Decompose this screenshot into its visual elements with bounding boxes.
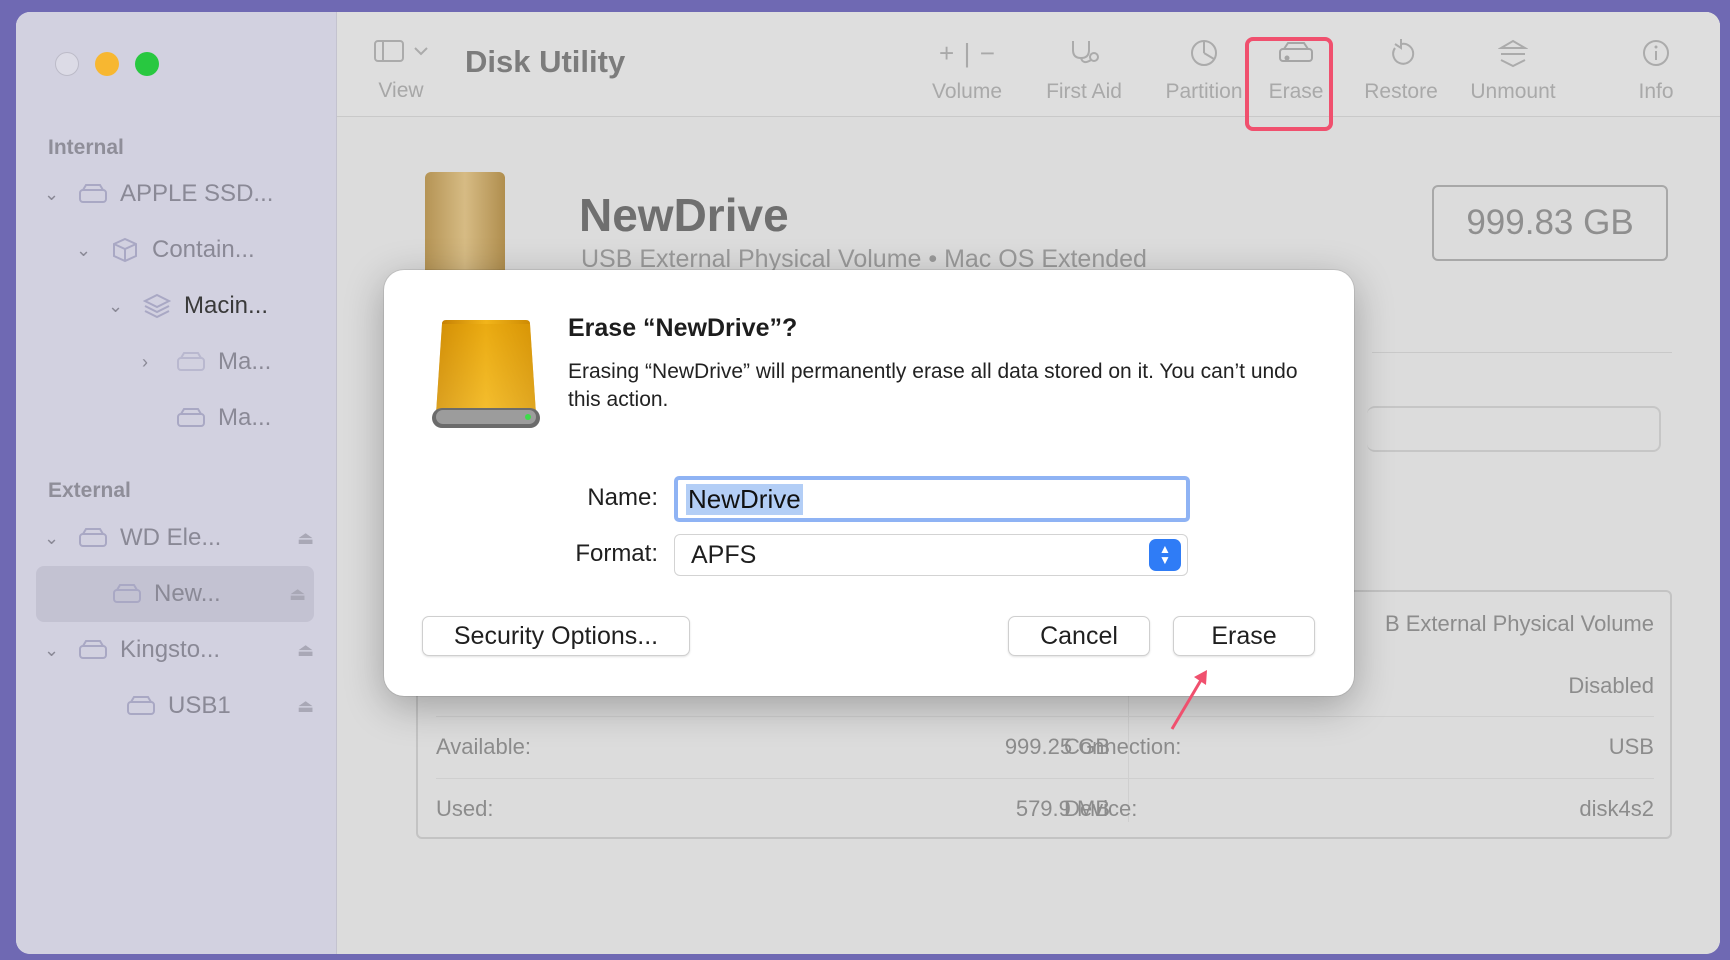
select-stepper-icon: ▲ ▼ (1149, 539, 1181, 571)
chevron-right-icon[interactable]: › (142, 352, 160, 373)
unmount-icon (1457, 36, 1569, 70)
format-select-value: APFS (691, 540, 757, 569)
volume-capacity: 999.83 GB (1432, 185, 1668, 261)
sidebar-toggle-icon (371, 40, 431, 66)
eject-icon[interactable]: ⏏ (297, 640, 314, 661)
first-aid-button[interactable]: First Aid (1029, 36, 1139, 104)
chevron-down-icon[interactable]: ⌄ (44, 528, 62, 549)
view-label: View (378, 79, 424, 102)
disk-icon (174, 351, 208, 373)
first-aid-label: First Aid (1046, 80, 1122, 103)
volume-stack-icon (140, 293, 174, 319)
name-label: Name: (587, 484, 658, 511)
external-disk-icon (76, 527, 110, 549)
info-label: Device: (1064, 795, 1138, 821)
internal-disk-icon (76, 183, 110, 205)
sidebar-item-ma-1[interactable]: › Ma... (142, 340, 271, 384)
sidebar-item-ma-2[interactable]: Ma... (160, 396, 271, 440)
info-label: Available: (436, 733, 531, 759)
window-controls (55, 52, 159, 76)
sidebar: Internal ⌄ APPLE SSD... ⌄ Contain... ⌄ M… (16, 12, 337, 954)
restore-icon (1351, 36, 1451, 70)
close-window-button[interactable] (55, 52, 79, 76)
external-disk-icon (76, 639, 110, 661)
sidebar-item-label: WD Ele... (120, 524, 222, 551)
info-value: B External Physical Volume (1384, 611, 1654, 636)
external-drive-icon (428, 318, 544, 436)
divider (1372, 352, 1672, 353)
restore-label: Restore (1364, 80, 1438, 103)
view-button[interactable]: View (361, 38, 441, 103)
info-icon (1621, 36, 1691, 70)
info-value: USB (1608, 733, 1654, 759)
name-field-value[interactable]: NewDrive (686, 483, 803, 515)
sidebar-item-label: Macin... (184, 292, 269, 319)
unmount-label: Unmount (1470, 80, 1556, 103)
info-label: Connection: (1064, 733, 1182, 759)
sidebar-item-label: Contain... (152, 236, 255, 263)
info-row-used: Used: 579.9 MB (436, 778, 1110, 838)
sidebar-item-label: Ma... (218, 404, 272, 431)
sidebar-item-label: USB1 (168, 692, 231, 719)
disk-icon (110, 583, 144, 605)
app-title: Disk Utility (465, 44, 626, 79)
chevron-down-icon[interactable]: ⌄ (76, 240, 94, 261)
sidebar-item-macintosh[interactable]: ⌄ Macin... (108, 284, 268, 328)
name-field[interactable]: NewDrive (674, 476, 1190, 522)
info-label: Used: (436, 795, 494, 821)
erase-confirm-button[interactable]: Erase (1173, 616, 1315, 656)
disk-icon (124, 695, 158, 717)
volume-label: Volume (931, 80, 1003, 103)
toolbar: View Disk Utility + | − Volume First Aid… (337, 12, 1720, 117)
erase-dialog: Erase “NewDrive”? Erasing “NewDrive” wil… (384, 270, 1354, 696)
info-value: disk4s2 (1579, 795, 1654, 821)
dialog-title: Erase “NewDrive”? (568, 314, 798, 342)
sidebar-item-newdrive[interactable]: New... ⏏ (36, 566, 314, 622)
eject-icon[interactable]: ⏏ (297, 696, 314, 717)
info-value: Disabled (1568, 673, 1654, 698)
cancel-button[interactable]: Cancel (1008, 616, 1150, 656)
info-row-device: Device: disk4s2 (1064, 778, 1654, 838)
volume-name: NewDrive (579, 189, 789, 241)
annotation-arrow-icon (1170, 670, 1207, 730)
sidebar-item-container[interactable]: ⌄ Contain... (76, 228, 255, 272)
restore-button[interactable]: Restore (1351, 36, 1451, 104)
info-label: Info (1638, 80, 1674, 103)
erase-annotation-highlight (1245, 37, 1333, 131)
eject-icon[interactable]: ⏏ (289, 584, 306, 605)
sidebar-item-usb1[interactable]: USB1 ⏏ (110, 684, 314, 728)
chevron-down-icon[interactable]: ⌄ (44, 640, 62, 661)
eject-icon[interactable]: ⏏ (297, 528, 314, 549)
info-row-available: Available: 999.25 GB (436, 716, 1110, 776)
disk-icon (174, 407, 208, 429)
sidebar-item-wd-elements[interactable]: ⌄ WD Ele... ⏏ (44, 516, 314, 560)
minimize-window-button[interactable] (95, 52, 119, 76)
sidebar-item-kingston[interactable]: ⌄ Kingsto... ⏏ (44, 628, 314, 672)
security-options-button[interactable]: Security Options... (422, 616, 690, 656)
chevron-down-icon[interactable]: ⌄ (108, 296, 126, 317)
chevron-down-icon[interactable]: ⌄ (44, 184, 62, 205)
add-remove-volume-icon: + | − (939, 37, 995, 68)
sidebar-item-label: Kingsto... (120, 636, 221, 663)
dialog-message: Erasing “NewDrive” will permanently eras… (568, 360, 1298, 411)
volume-button[interactable]: + | − Volume (917, 36, 1017, 104)
info-button[interactable]: Info (1621, 36, 1691, 104)
sidebar-item-label: New... (154, 580, 221, 607)
sidebar-section-internal: Internal (48, 136, 124, 159)
info-row-connection: Connection: USB (1064, 716, 1654, 776)
format-label: Format: (575, 540, 658, 567)
volume-drive-icon (425, 172, 505, 282)
sidebar-section-external: External (48, 479, 131, 502)
sidebar-item-apple-ssd[interactable]: ⌄ APPLE SSD... (44, 172, 273, 216)
container-icon (108, 237, 142, 263)
unmount-button[interactable]: Unmount (1457, 36, 1569, 104)
stethoscope-icon (1029, 36, 1139, 70)
format-select[interactable]: APFS ▲ ▼ (674, 534, 1188, 576)
sidebar-item-label: APPLE SSD... (120, 180, 274, 207)
zoom-window-button[interactable] (135, 52, 159, 76)
usage-bar (1367, 406, 1661, 452)
sidebar-item-label: Ma... (218, 348, 272, 375)
